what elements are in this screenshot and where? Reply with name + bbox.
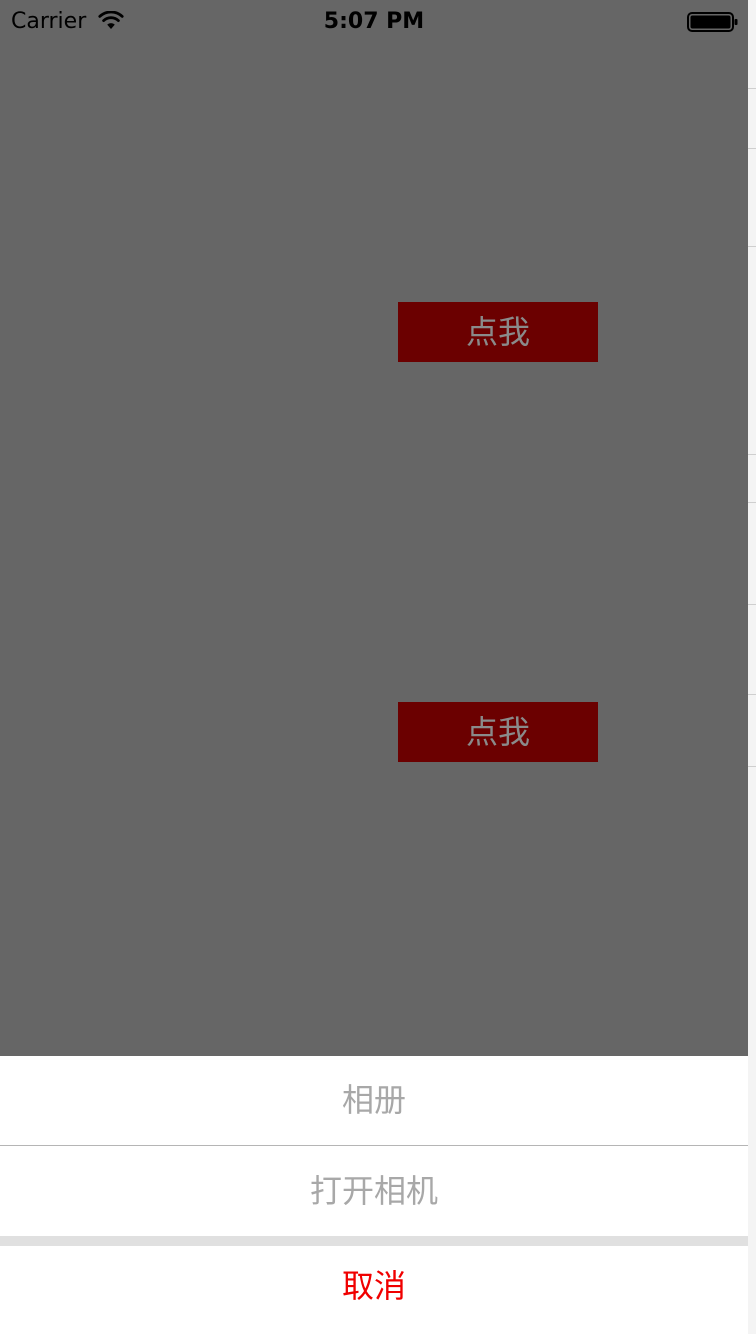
- divider: [748, 766, 756, 767]
- tap-me-button-top[interactable]: 点我: [398, 302, 598, 362]
- open-camera-option[interactable]: 打开相机: [0, 1146, 748, 1236]
- cancel-button[interactable]: 取消: [0, 1246, 748, 1334]
- divider: [748, 454, 756, 455]
- divider: [748, 694, 756, 695]
- divider: [748, 88, 756, 89]
- action-sheet: 相册 打开相机 取消: [0, 1056, 748, 1334]
- divider: [748, 604, 756, 605]
- status-time: 5:07 PM: [323, 9, 425, 34]
- divider: [748, 502, 756, 503]
- dimmed-content-area[interactable]: 点我 点我: [0, 44, 748, 1056]
- divider: [748, 246, 756, 247]
- photo-album-option[interactable]: 相册: [0, 1056, 748, 1145]
- adjacent-window-edge: [748, 0, 756, 1334]
- battery-icon: [687, 12, 738, 32]
- tap-me-button-bottom[interactable]: 点我: [398, 702, 598, 762]
- status-bar: Carrier 5:07 PM: [0, 0, 748, 44]
- app-screen: Carrier 5:07 PM 点我 点我 相册 打开相机 取消: [0, 0, 748, 1334]
- divider: [748, 148, 756, 149]
